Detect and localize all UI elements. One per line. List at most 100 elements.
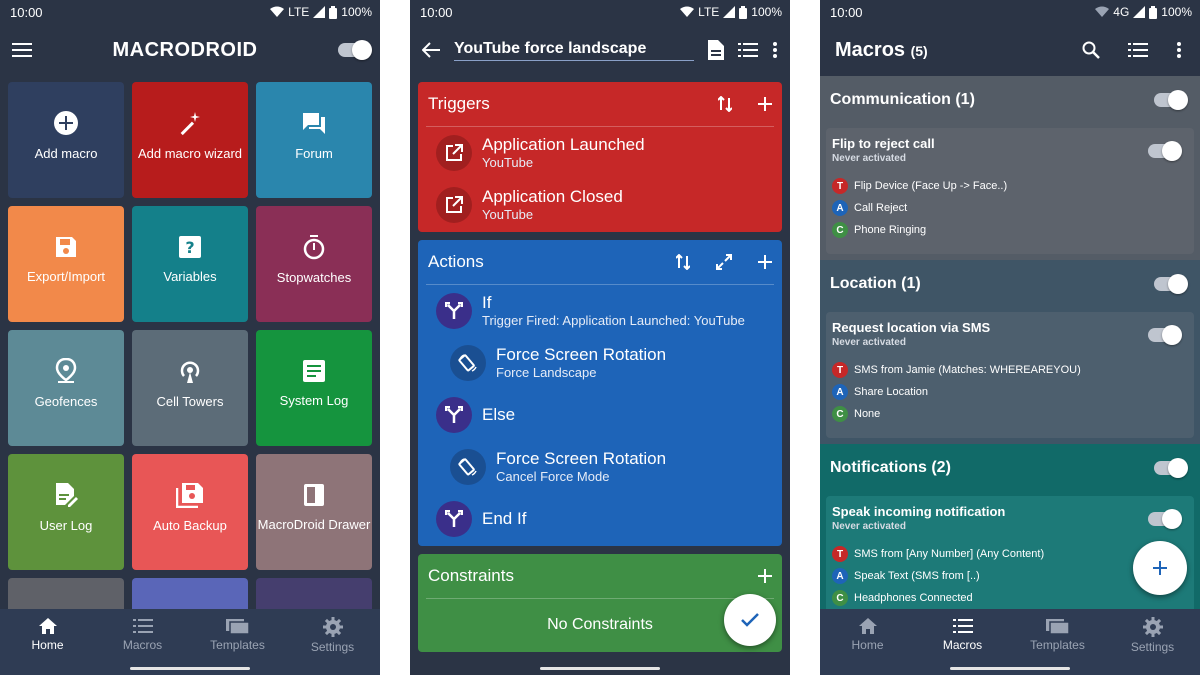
- nav-home[interactable]: Home: [0, 609, 95, 675]
- tile-label: Auto Backup: [153, 518, 227, 533]
- more-vert-icon[interactable]: [772, 41, 778, 59]
- triggers-section: Triggers Application Launched YouTube App…: [418, 82, 782, 232]
- row-text: SMS from [Any Number] (Any Content): [854, 548, 1045, 560]
- trigger-subtitle: YouTube: [482, 207, 534, 222]
- row-text: Flip Device (Face Up -> Face..): [854, 180, 1008, 192]
- action-item[interactable]: Else: [426, 389, 774, 441]
- row-text: Phone Ringing: [854, 224, 927, 236]
- trigger-row: T SMS from Jamie (Matches: WHEREAREYOU): [832, 362, 1188, 378]
- save-fab[interactable]: [724, 594, 776, 646]
- nav-macros[interactable]: Macros: [95, 609, 190, 675]
- tile-variables[interactable]: ? Variables: [132, 206, 248, 322]
- log-document-icon: [303, 360, 325, 382]
- action-item[interactable]: End If: [426, 493, 774, 545]
- list-icon[interactable]: [1128, 42, 1148, 58]
- tile-system-log[interactable]: System Log: [256, 330, 372, 446]
- macro-toggle[interactable]: [1148, 325, 1182, 345]
- status-bar: 10:00 LTE 100%: [0, 0, 380, 24]
- macro-toggle[interactable]: [1148, 141, 1182, 161]
- tile-geofences[interactable]: Geofences: [8, 330, 124, 446]
- bottom-navigation: Home Macros Templates Settings: [820, 609, 1200, 675]
- action-subtitle: Trigger Fired: Application Launched: You…: [482, 313, 745, 328]
- trigger-title: Application Launched: [482, 135, 645, 154]
- add-icon[interactable]: [758, 97, 772, 111]
- status-time: 10:00: [830, 4, 863, 20]
- expand-icon[interactable]: [716, 254, 732, 270]
- row-text: None: [854, 408, 881, 420]
- trigger-item[interactable]: Application Closed YouTube: [426, 179, 774, 231]
- category-toggle[interactable]: [1154, 90, 1188, 110]
- status-bar: 10:00 4G 100%: [820, 0, 1200, 24]
- nav-label: Settings: [1130, 640, 1175, 654]
- macros-title-text: Macros: [835, 38, 906, 61]
- tile-label: System Log: [279, 393, 349, 408]
- tile-add-macro-wizard[interactable]: Add macro wizard: [132, 82, 248, 198]
- category-header[interactable]: Communication (1): [820, 76, 1200, 124]
- magic-wand-icon: [180, 112, 200, 136]
- backup-save-icon: [176, 483, 203, 508]
- tile-add-macro[interactable]: Add macro: [8, 82, 124, 198]
- action-row: A Call Reject: [832, 200, 1188, 216]
- nav-label: Settings: [310, 640, 355, 654]
- action-item[interactable]: Force Screen Rotation Force Landscape: [426, 337, 774, 389]
- nav-label: Templates: [210, 638, 265, 652]
- battery-icon: [329, 5, 338, 19]
- gesture-bar[interactable]: [950, 667, 1070, 670]
- gesture-bar[interactable]: [540, 667, 660, 670]
- constraint-row: C None: [832, 406, 1188, 422]
- trigger-badge: T: [832, 362, 848, 378]
- master-toggle[interactable]: [338, 40, 372, 60]
- cell-tower-icon: [180, 361, 200, 383]
- signal-icon: [1133, 6, 1146, 18]
- gesture-bar[interactable]: [130, 667, 250, 670]
- search-icon[interactable]: [1082, 41, 1100, 59]
- more-vert-icon[interactable]: [1176, 41, 1182, 59]
- tile-macrodroid-drawer[interactable]: MacroDroid Drawer: [256, 454, 372, 570]
- nav-home[interactable]: Home: [820, 609, 915, 675]
- macros-list-screen: 10:00 4G 100% Macros (5) Communication (…: [820, 0, 1200, 675]
- actions-section: Actions If Trigger Fired: Application Lau…: [418, 240, 782, 546]
- category-header[interactable]: Notifications (2): [820, 444, 1200, 492]
- back-arrow-icon[interactable]: [422, 42, 440, 58]
- add-circle-icon: [54, 111, 78, 135]
- macros-count: (5): [910, 42, 928, 59]
- reorder-icon[interactable]: [718, 96, 732, 112]
- tile-cell-towers[interactable]: Cell Towers: [132, 330, 248, 446]
- home-tile-grid: Add macro Add macro wizard Forum Export/…: [8, 82, 372, 618]
- add-icon[interactable]: [758, 255, 772, 269]
- nav-label: Macros: [122, 638, 163, 652]
- nav-settings[interactable]: Settings: [1105, 609, 1200, 675]
- tile-label: Add macro wizard: [137, 146, 243, 161]
- tile-stopwatches[interactable]: Stopwatches: [256, 206, 372, 322]
- tile-forum[interactable]: Forum: [256, 82, 372, 198]
- tile-export-import[interactable]: Export/Import: [8, 206, 124, 322]
- tile-auto-backup[interactable]: Auto Backup: [132, 454, 248, 570]
- nav-settings[interactable]: Settings: [285, 609, 380, 675]
- add-icon[interactable]: [758, 569, 772, 583]
- nav-templates[interactable]: Templates: [1010, 609, 1105, 675]
- macro-card[interactable]: Request location via SMS Never activated…: [826, 312, 1194, 438]
- description-icon[interactable]: [708, 40, 724, 60]
- trigger-item[interactable]: Application Launched YouTube: [426, 127, 774, 179]
- menu-icon[interactable]: [12, 42, 32, 58]
- reorder-icon[interactable]: [676, 254, 690, 270]
- home-icon: [38, 618, 57, 634]
- category-header[interactable]: Location (1): [820, 260, 1200, 308]
- macro-card[interactable]: Flip to reject call Never activated T Fli…: [826, 128, 1194, 254]
- action-subtitle: Cancel Force Mode: [496, 469, 610, 484]
- nav-macros[interactable]: Macros: [915, 609, 1010, 675]
- check-icon: [741, 613, 759, 627]
- list-icon[interactable]: [738, 42, 758, 58]
- nav-templates[interactable]: Templates: [190, 609, 285, 675]
- macro-name-field[interactable]: YouTube force landscape: [454, 40, 694, 61]
- action-item[interactable]: Force Screen Rotation Cancel Force Mode: [426, 441, 774, 493]
- category-toggle[interactable]: [1154, 274, 1188, 294]
- app-title: MACRODROID: [112, 38, 258, 61]
- macro-toggle[interactable]: [1148, 509, 1182, 529]
- category-toggle[interactable]: [1154, 458, 1188, 478]
- add-macro-fab[interactable]: [1133, 541, 1187, 595]
- tile-user-log[interactable]: User Log: [8, 454, 124, 570]
- branch-icon: [436, 501, 472, 537]
- wifi-icon: [1095, 6, 1110, 17]
- action-item[interactable]: If Trigger Fired: Application Launched: Y…: [426, 285, 774, 337]
